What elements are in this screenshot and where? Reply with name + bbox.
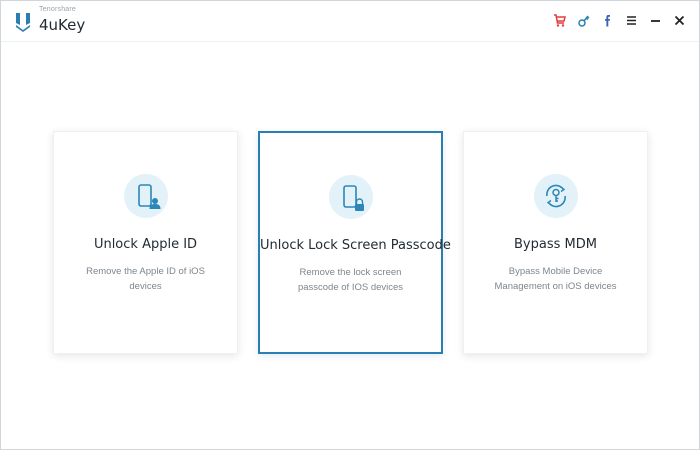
card-title: Unlock Lock Screen Passcode (260, 238, 451, 253)
menu-icon[interactable] (624, 13, 639, 28)
close-icon[interactable] (672, 13, 687, 28)
bypass-mdm-card[interactable]: Bypass MDM Bypass Mobile Device Manageme… (463, 131, 648, 354)
unlock-lock-screen-passcode-card[interactable]: Unlock Lock Screen Passcode Remove the l… (258, 131, 451, 354)
key-icon[interactable] (576, 13, 591, 28)
title-bar-controls (552, 13, 687, 28)
cart-icon[interactable] (552, 13, 567, 28)
tenorshare-logo-icon (16, 13, 30, 32)
app-window: Tenorshare 4uKey Unlock Apple ID Remove … (0, 0, 700, 450)
mdm-key-icon (533, 174, 578, 218)
card-description: Remove the Apple ID of iOS devices (86, 266, 205, 292)
card-description: Remove the lock screen passcode of IOS d… (297, 267, 404, 293)
phone-lock-icon (328, 175, 373, 219)
card-title: Unlock Apple ID (93, 237, 198, 252)
title-bar: Tenorshare 4uKey (1, 1, 699, 42)
vendor-name: Tenorshare (39, 6, 77, 13)
facebook-icon[interactable] (600, 13, 615, 28)
card-description: Bypass Mobile Device Management on iOS d… (494, 266, 617, 292)
card-title: Bypass MDM (514, 237, 597, 252)
app-name: 4uKey (39, 16, 86, 34)
minimize-icon[interactable] (648, 13, 663, 28)
phone-user-icon (123, 174, 168, 218)
unlock-apple-id-card[interactable]: Unlock Apple ID Remove the Apple ID of i… (53, 131, 238, 354)
